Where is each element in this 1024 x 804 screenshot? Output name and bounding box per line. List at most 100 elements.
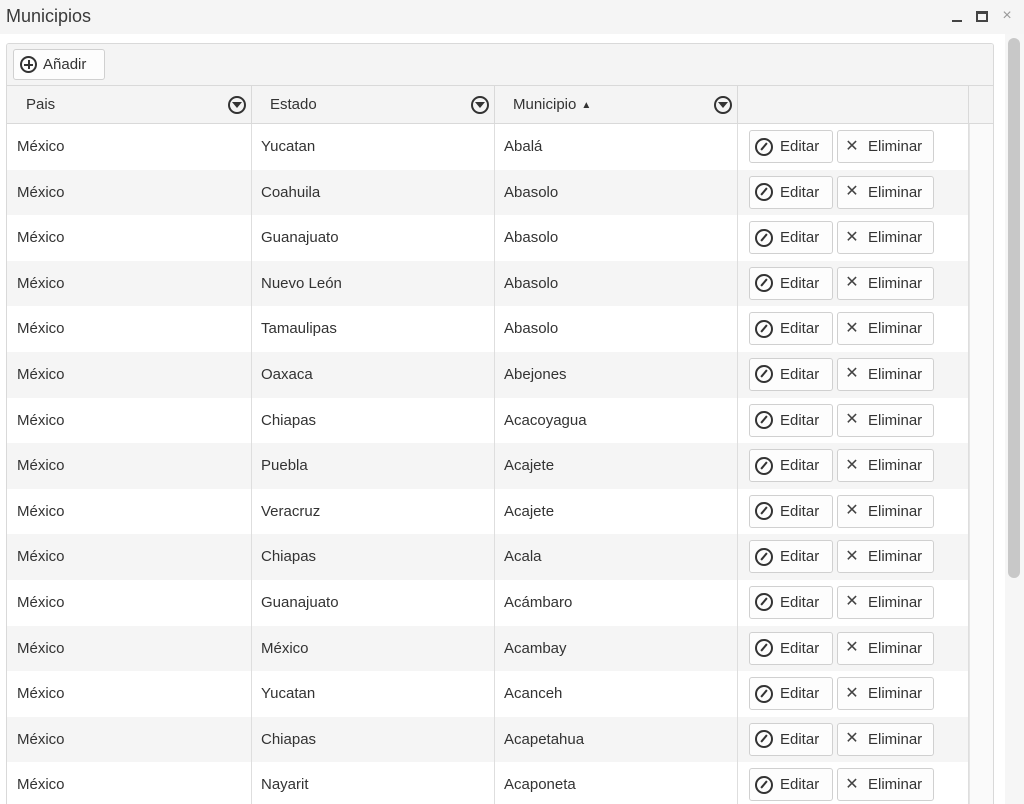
close-icon: ✕ [845,411,859,429]
delete-button[interactable]: ✕ Eliminar [837,221,934,255]
table-row[interactable]: México Tamaulipas Abasolo Editar ✕ Eliminar [7,306,969,352]
scrollbar-thumb[interactable] [1008,38,1020,578]
column-header-actions [738,86,969,124]
table-row[interactable]: México Oaxaca Abejones Editar ✕ Eliminar [7,351,969,398]
table-row[interactable]: México Chiapas Acacoyagua Editar ✕ Eliminar [7,397,969,444]
delete-button[interactable]: ✕ Eliminar [837,175,934,209]
close-icon[interactable]: × [1000,7,1014,24]
filter-icon[interactable] [714,96,732,114]
filter-icon[interactable] [471,96,489,114]
close-icon: ✕ [845,183,859,201]
edit-button[interactable]: Editar [749,585,833,619]
municipio-text: Acajete [504,457,555,475]
add-button[interactable]: Añadir [13,49,105,80]
table-row[interactable]: México México Acambay Editar ✕ Eliminar [7,625,969,672]
edit-button[interactable]: Editar [749,312,833,346]
delete-button[interactable]: ✕ Eliminar [837,677,934,711]
delete-button[interactable]: ✕ Eliminar [837,540,934,574]
edit-button[interactable]: Editar [749,221,833,255]
edit-button[interactable]: Editar [749,540,833,574]
delete-button[interactable]: ✕ Eliminar [837,357,934,391]
vertical-scrollbar[interactable] [1005,34,1024,804]
edit-button[interactable]: Editar [749,130,833,163]
edit-button[interactable]: Editar [749,677,833,711]
cell-municipio: Abasolo [495,169,738,216]
cell-municipio: Acacoyagua [495,397,738,444]
grid-header: Pais Estado Municipio ▲ [7,86,993,124]
edit-button[interactable]: Editar [749,768,833,802]
cell-estado: Chiapas [252,716,495,763]
edit-button-label: Editar [780,457,820,475]
edit-icon [755,228,773,247]
municipio-text: Abejones [504,365,567,383]
column-header-estado[interactable]: Estado [252,86,495,124]
cell-pais: México [7,397,252,444]
estado-text: Chiapas [261,411,317,429]
edit-icon [755,593,773,612]
delete-button-label: Eliminar [868,548,923,566]
table-row[interactable]: México Puebla Acajete Editar ✕ Eliminar [7,443,969,489]
edit-icon [755,319,773,338]
delete-button[interactable]: ✕ Eliminar [837,266,934,300]
close-icon: ✕ [845,319,859,337]
edit-button[interactable]: Editar [749,631,833,665]
cell-pais: México [7,169,252,216]
table-row[interactable]: México Nayarit Acaponeta Editar ✕ Eliminar [7,762,969,804]
delete-button[interactable]: ✕ Eliminar [837,768,934,802]
edit-button[interactable]: Editar [749,357,833,391]
close-icon: ✕ [845,684,859,702]
edit-button[interactable]: Editar [749,403,833,437]
cell-municipio: Abasolo [495,215,738,261]
maximize-icon[interactable] [975,8,989,24]
municipios-grid: Añadir Pais Estado Municipio ▲ México Yuca… [6,43,994,804]
delete-button[interactable]: ✕ Eliminar [837,722,934,756]
cell-pais: México [7,260,252,307]
municipio-text: Abasolo [504,320,559,338]
delete-button[interactable]: ✕ Eliminar [837,449,934,483]
edit-button[interactable]: Editar [749,266,833,300]
grid-toolbar: Añadir [7,44,993,86]
cell-actions: Editar ✕ Eliminar [738,169,969,216]
municipio-text: Abasolo [504,183,559,201]
delete-button[interactable]: ✕ Eliminar [837,494,934,528]
delete-button[interactable]: ✕ Eliminar [837,130,934,163]
minimize-icon[interactable] [950,8,964,24]
table-row[interactable]: México Guanajuato Acámbaro Editar ✕ Eliminar [7,579,969,626]
cell-actions: Editar ✕ Eliminar [738,534,969,580]
table-row[interactable]: México Coahuila Abasolo Editar ✕ Eliminar [7,169,969,216]
edit-button[interactable]: Editar [749,175,833,209]
estado-text: Guanajuato [261,593,339,611]
estado-text: Yucatan [261,138,316,155]
table-row[interactable]: México Yucatan Abalá Editar ✕ Eliminar [7,124,969,170]
edit-button[interactable]: Editar [749,722,833,756]
edit-icon [755,502,773,521]
column-header-municipio[interactable]: Municipio ▲ [495,86,738,124]
pais-text: México [17,502,65,520]
cell-pais: México [7,351,252,398]
cell-municipio: Acanceh [495,671,738,717]
edit-button-label: Editar [780,685,820,703]
cell-municipio: Abasolo [495,260,738,307]
close-icon: ✕ [845,593,859,611]
table-row[interactable]: México Chiapas Acala Editar ✕ Eliminar [7,534,969,580]
edit-button[interactable]: Editar [749,494,833,528]
cell-municipio: Abejones [495,351,738,398]
municipio-text: Abasolo [504,229,559,247]
cell-actions: Editar ✕ Eliminar [738,124,969,170]
delete-button[interactable]: ✕ Eliminar [837,403,934,437]
table-row[interactable]: México Chiapas Acapetahua Editar ✕ Eliminar [7,716,969,763]
cell-estado: Guanajuato [252,579,495,626]
pais-text: México [17,548,65,566]
column-header-pais[interactable]: Pais [7,86,252,124]
edit-button[interactable]: Editar [749,449,833,483]
filter-icon[interactable] [228,96,246,114]
delete-button[interactable]: ✕ Eliminar [837,585,934,619]
delete-button[interactable]: ✕ Eliminar [837,312,934,346]
cell-actions: Editar ✕ Eliminar [738,215,969,261]
close-icon: ✕ [845,547,859,565]
table-row[interactable]: México Yucatan Acanceh Editar ✕ Eliminar [7,671,969,717]
delete-button[interactable]: ✕ Eliminar [837,631,934,665]
table-row[interactable]: México Veracruz Acajete Editar ✕ Eliminar [7,488,969,535]
table-row[interactable]: México Nuevo León Abasolo Editar ✕ Eliminar [7,260,969,307]
table-row[interactable]: México Guanajuato Abasolo Editar ✕ Eliminar [7,215,969,261]
